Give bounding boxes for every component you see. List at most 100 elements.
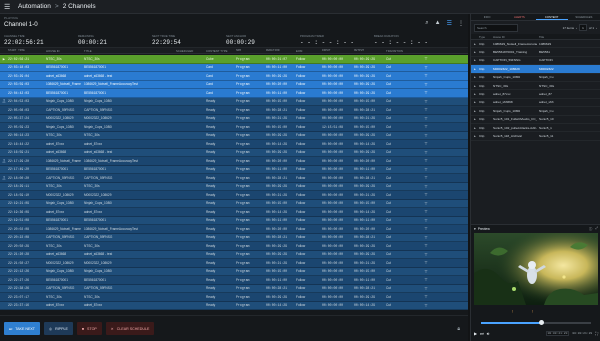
tab-schedules[interactable]: SCHEDULES: [568, 14, 600, 20]
row-flag-icon[interactable]: ⊤: [418, 286, 432, 291]
content-row[interactable]: ▸ Clip adnet_s63668 adnet_s63: [471, 99, 600, 108]
schedule-row[interactable]: 22:05:37:24 M0002322_108629 M0002322_10862…: [0, 114, 468, 123]
row-flag-icon[interactable]: ⊤: [418, 201, 432, 206]
schedule-row[interactable]: 22:03:18:03 BE5561870001 BE5561870001 Card P…: [0, 63, 468, 72]
lock-icon[interactable]: 🔒︎: [457, 326, 460, 332]
mark-in[interactable]: [: [512, 309, 513, 313]
row-flag-icon[interactable]: ⊤: [418, 226, 432, 231]
row-flag-icon[interactable]: ⊤: [418, 218, 432, 223]
content-column-header[interactable]: Title: [537, 35, 600, 39]
schedule-row[interactable]: 22:06:14:23 NTSC_30s NTSC_30s Ready Program 0…: [0, 131, 468, 140]
info-icon[interactable]: ⓘ: [589, 226, 592, 231]
column-header[interactable]: HOUSE ID: [44, 49, 82, 53]
column-header[interactable]: OUTPUT: [352, 49, 384, 52]
schedule-row[interactable]: 22:05:08:03 CAPTION_59FNSG CAPTION_59FNSG R…: [0, 106, 468, 115]
content-row[interactable]: ▸ Clip adnet_87xxx adnet_87: [471, 90, 600, 99]
schedule-row[interactable]: 22:19:51:08 BE5561870001 BE5561870001 Ready…: [0, 216, 468, 225]
timecode-current[interactable]: 00:00:21:20: [545, 330, 570, 336]
row-flag-icon[interactable]: ⊤: [418, 65, 432, 70]
preview-scrubber[interactable]: [481, 320, 591, 325]
row-flag-icon[interactable]: ⊤: [418, 107, 432, 112]
row-flag-icon[interactable]: ⊤: [418, 184, 432, 189]
row-flag-icon[interactable]: ⊤: [418, 294, 432, 299]
content-row[interactable]: ▸Clip1086629_Notsell_FrameAccuracyTest10…: [471, 40, 600, 49]
fullscreen-icon[interactable]: ⛶: [595, 331, 598, 336]
schedule-row[interactable]: 22:18:59:10 M0002322_108629 M0002322_10862…: [0, 191, 468, 200]
schedule-row[interactable]: 22:22:12:26 Ninjah_Cups_1080i Ninjah_Cups_…: [0, 267, 468, 276]
row-flag-icon[interactable]: ⊤: [418, 90, 432, 95]
column-header[interactable]: SCHEDULED: [174, 49, 204, 53]
column-header[interactable]: CONTENT TYPE: [204, 49, 234, 53]
alert-icon[interactable]: ▲: [435, 20, 441, 27]
schedule-row[interactable]: 22:19:21:09 Ninjah_Cups_1080i Ninjah_Cups_…: [0, 199, 468, 208]
schedule-row[interactable]: 👤︎ 22:04:53:03 Ninjah_Cups_1080i Ninjah_Cup…: [0, 97, 468, 106]
schedule-row[interactable]: 22:03:29:04 adnet_s63668 adnet_s63668 - te…: [0, 72, 468, 81]
row-flag-icon[interactable]: ⊤: [418, 82, 432, 87]
schedule-row[interactable]: 22:03:59:03 1086629_Notsell_Frame 1086629_…: [0, 80, 468, 89]
content-row[interactable]: ▸ClipSonic5_101_FullwithAudio_CC_AAFSoni…: [471, 116, 600, 124]
row-flag-icon[interactable]: ⊤: [418, 192, 432, 197]
row-flag-icon[interactable]: ⊤: [418, 260, 432, 265]
row-flag-icon[interactable]: ⊤: [418, 243, 432, 248]
content-row[interactable]: ▸ Clip CAPTION_59FNSG CAPTION: [471, 57, 600, 66]
mark-out[interactable]: ]: [532, 309, 533, 313]
content-row[interactable]: ▸ Clip Ninjah_Cups_1080i Ninjah_Cu: [471, 107, 600, 116]
row-flag-icon[interactable]: ⊤: [418, 235, 432, 240]
content-row[interactable]: ▸ Clip Ninjah_Cups_1080i Ninjah_Cu: [471, 74, 600, 82]
more-icon[interactable]: ⋮: [458, 20, 464, 27]
row-flag-icon[interactable]: ⊤: [418, 99, 432, 104]
list-view-icon[interactable]: ☰: [447, 20, 452, 27]
column-header[interactable]: SOM: [234, 49, 264, 52]
row-flag-icon[interactable]: ⊤: [418, 133, 432, 138]
content-column-header[interactable]: House ID: [491, 35, 537, 39]
schedule-row[interactable]: 22:21:50:27 M0002322_108629 M0002322_10862…: [0, 259, 468, 268]
tab-content[interactable]: CONTENT: [535, 14, 568, 20]
row-flag-icon[interactable]: ⊤: [418, 124, 432, 129]
search-icon[interactable]: ⌕: [425, 20, 428, 27]
schedule-row[interactable]: 22:21:20:28 adnet_s63668 adnet_s63668 - te…: [0, 250, 468, 259]
schedule-row[interactable]: 22:23:07:17 NTSC_30s NTSC_30s Ready Program 0…: [0, 293, 468, 302]
row-flag-icon[interactable]: ⊤: [418, 209, 432, 214]
column-header[interactable]: TRANSITION: [384, 49, 418, 53]
play-icon[interactable]: ▶: [474, 331, 477, 336]
column-header[interactable]: START TIME: [6, 49, 44, 52]
schedule-row[interactable]: 👤︎ 22:18:00:20 CAPTION_59FNSG CAPTION_59FNS…: [0, 174, 468, 183]
row-flag-icon[interactable]: ⊤: [418, 73, 432, 78]
breadcrumb-automation[interactable]: Automation: [18, 3, 51, 10]
schedule-row[interactable]: ▶ 22:02:56:21 NTSC_30s NTSC_30s Cube Program 0…: [0, 55, 468, 64]
schedule-row[interactable]: 22:04:42:03 BE5561870001 BE5561870001 Card P…: [0, 89, 468, 98]
clear-schedule-button[interactable]: ✕ CLEAR SCHEDULE: [105, 322, 155, 335]
schedule-row[interactable]: 22:20:02:08 1086629_Notsell_Frame 1086629_…: [0, 225, 468, 234]
tab-info[interactable]: INFO: [471, 14, 503, 20]
next-page-icon[interactable]: ›: [596, 26, 597, 30]
schedule-row[interactable]: 22:16:59:21 adnet_s63668 adnet_s63668 - te…: [0, 148, 468, 157]
content-row[interactable]: ▸ Clip BE5561870001_Training BE5561: [471, 48, 600, 57]
row-flag-icon[interactable]: ⊤: [418, 175, 432, 180]
column-header[interactable]: INPUT: [320, 49, 352, 52]
schedule-row[interactable]: 22:22:27:26 BE5561870001 BE5561870001 Ready…: [0, 276, 468, 285]
schedule-row[interactable]: 22:23:37:16 adnet_87xxx adnet_87xxx Ready Pr…: [0, 301, 468, 310]
schedule-row[interactable]: 22:18:29:11 NTSC_30s NTSC_30s Ready Program 0…: [0, 182, 468, 191]
schedule-row[interactable]: 👤︎ 22:17:29:20 1086629_Notsell_Frame 108662…: [0, 157, 468, 166]
content-row[interactable]: ▸ Clip M0002322_108629 M0002322: [471, 65, 600, 74]
schedule-row[interactable]: 22:19:36:09 adnet_87xxx adnet_87xxx Ready Pr…: [0, 208, 468, 217]
row-flag-icon[interactable]: ⊤: [418, 167, 432, 172]
row-flag-icon[interactable]: ⊤: [418, 158, 432, 163]
step-forward-icon[interactable]: ⏭: [480, 331, 484, 336]
row-flag-icon[interactable]: ⊤: [418, 116, 432, 121]
schedule-row[interactable]: 22:17:49:20 BE5561870001 BE5561870001 Ready…: [0, 165, 468, 174]
column-header[interactable]: TITLE: [82, 49, 174, 53]
row-flag-icon[interactable]: ⊤: [418, 56, 432, 61]
column-header[interactable]: EOM: [294, 49, 320, 53]
content-search-input[interactable]: Search: [474, 23, 518, 32]
schedule-row[interactable]: 22:22:38:26 CAPTION_59FNSG CAPTION_59FNSG R…: [0, 284, 468, 293]
ripple-button[interactable]: ◎ RIPPLE: [43, 322, 73, 335]
row-flag-icon[interactable]: ⊤: [418, 141, 432, 146]
hamburger-icon[interactable]: ☰: [4, 3, 14, 11]
row-flag-icon[interactable]: ⊤: [418, 277, 432, 282]
volume-icon[interactable]: 🔊︎: [487, 331, 490, 336]
row-flag-icon[interactable]: ⊤: [418, 269, 432, 274]
take-next-button[interactable]: ⏭ TAKE NEXT: [4, 322, 40, 335]
expand-icon[interactable]: ⤢: [595, 226, 598, 231]
row-flag-icon[interactable]: ⊤: [418, 303, 432, 308]
